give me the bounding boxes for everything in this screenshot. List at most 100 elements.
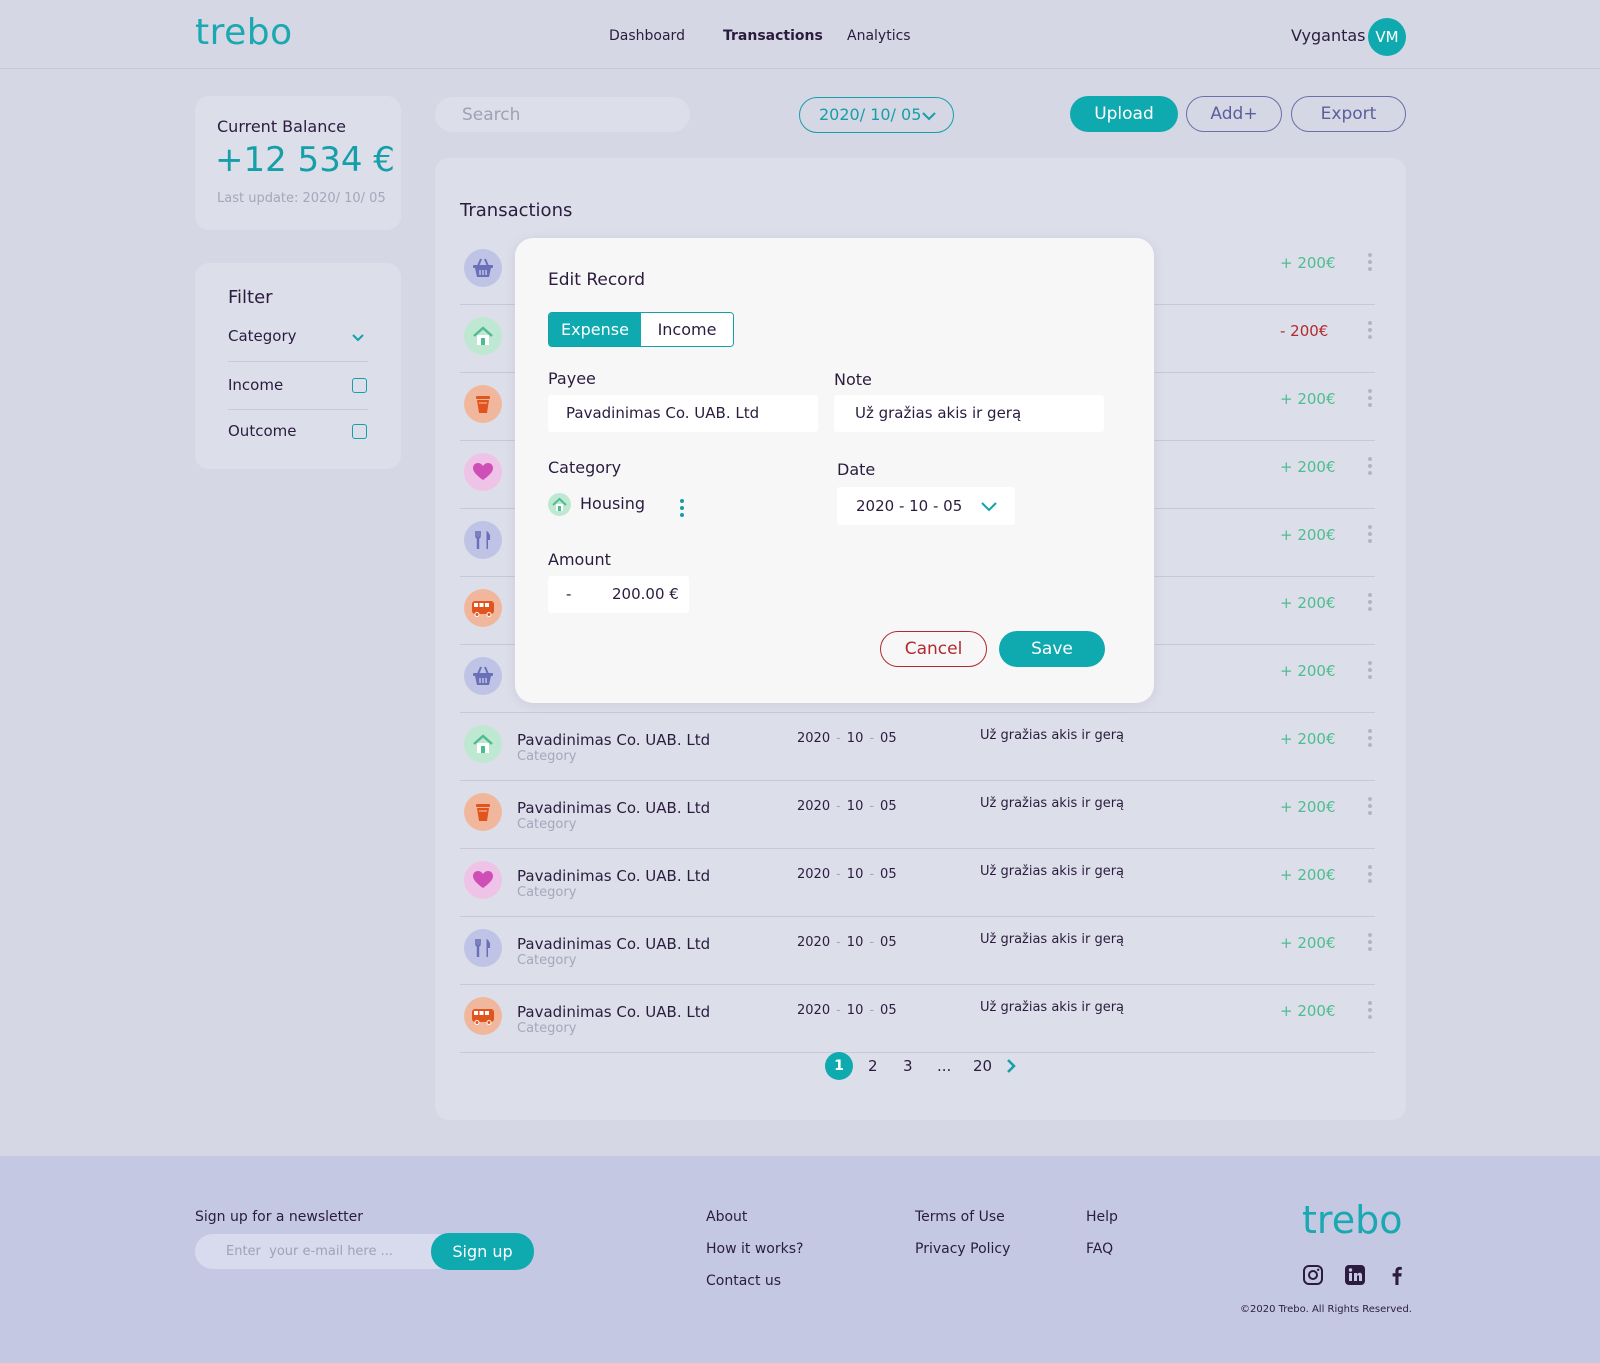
amount-field[interactable]: - 200.00 € — [548, 576, 689, 613]
category-more-icon[interactable] — [680, 499, 684, 520]
more-options-icon[interactable] — [1368, 457, 1372, 478]
filter-income-checkbox[interactable] — [352, 378, 367, 393]
row-category: Category — [517, 817, 577, 832]
more-options-icon[interactable] — [1368, 797, 1372, 818]
table-row[interactable]: Pavadinimas Co. UAB. Ltd Category 2020-10-… — [460, 849, 1375, 917]
export-button[interactable]: Export — [1291, 96, 1406, 132]
date-label: Date — [837, 460, 876, 479]
footer-link-how-it-works[interactable]: How it works? — [706, 1241, 803, 1257]
row-note: Už gražias akis ir gerą — [980, 796, 1125, 811]
income-tab[interactable]: Income — [641, 313, 733, 346]
filter-outcome-label: Outcome — [228, 422, 297, 440]
facebook-icon[interactable] — [1386, 1264, 1408, 1286]
avatar[interactable]: VM — [1368, 18, 1406, 56]
date-field-value: 2020 - 10 - 05 — [856, 497, 963, 515]
row-date-year: 2020 — [797, 799, 831, 814]
top-header: trebo Dashboard Transactions Analytics V… — [0, 0, 1600, 69]
filter-card: Filter Category Income Outcome — [195, 263, 401, 469]
row-date-month: 10 — [846, 1003, 864, 1018]
nav-dashboard[interactable]: Dashboard — [609, 28, 685, 44]
footer-link-terms[interactable]: Terms of Use — [915, 1209, 1005, 1225]
row-payee: Pavadinimas Co. UAB. Ltd — [517, 799, 711, 817]
more-options-icon[interactable] — [1368, 253, 1372, 274]
row-note: Už gražias akis ir gerą — [980, 864, 1125, 879]
row-date-day: 05 — [880, 935, 897, 950]
note-label: Note — [834, 370, 872, 389]
nav-transactions[interactable]: Transactions — [723, 28, 823, 44]
page-2-button[interactable]: 2 — [868, 1057, 878, 1075]
page-1-button[interactable]: 1 — [825, 1052, 853, 1080]
footer-link-faq[interactable]: FAQ — [1086, 1241, 1113, 1257]
row-date: 2020-10-05 — [797, 799, 897, 814]
row-date-year: 2020 — [797, 731, 831, 746]
table-row[interactable]: Pavadinimas Co. UAB. Ltd Category 2020-10-… — [460, 985, 1375, 1053]
basket-icon — [464, 657, 502, 695]
row-date: 2020-10-05 — [797, 1003, 897, 1018]
divider — [228, 409, 368, 410]
divider — [460, 1052, 1375, 1053]
more-options-icon[interactable] — [1368, 593, 1372, 614]
filter-income-row: Income — [228, 376, 368, 394]
chevron-down-icon — [922, 112, 936, 121]
newsletter-label: Sign up for a newsletter — [195, 1209, 364, 1225]
signup-button[interactable]: Sign up — [431, 1233, 534, 1270]
footer-link-privacy[interactable]: Privacy Policy — [915, 1241, 1010, 1257]
linkedin-icon[interactable] — [1344, 1264, 1366, 1286]
row-category: Category — [517, 885, 577, 900]
row-date-month: 10 — [846, 799, 864, 814]
row-amount: + 200€ — [1280, 594, 1336, 612]
cancel-button[interactable]: Cancel — [880, 631, 987, 667]
upload-button[interactable]: Upload — [1070, 96, 1178, 132]
chevron-right-icon[interactable] — [1006, 1058, 1016, 1074]
page-20-button[interactable]: 20 — [973, 1057, 992, 1075]
payee-field[interactable]: Pavadinimas Co. UAB. Ltd — [548, 395, 818, 432]
more-options-icon[interactable] — [1368, 525, 1372, 546]
type-toggle: Expense Income — [548, 312, 734, 347]
house-icon — [464, 725, 502, 763]
more-options-icon[interactable] — [1368, 661, 1372, 682]
amount-sign[interactable]: - — [566, 585, 571, 603]
more-options-icon[interactable] — [1368, 1001, 1372, 1022]
filter-category-dropdown[interactable]: Category — [228, 327, 368, 345]
row-date-day: 05 — [880, 731, 897, 746]
cutlery-icon — [464, 929, 502, 967]
more-options-icon[interactable] — [1368, 321, 1372, 342]
nav-analytics[interactable]: Analytics — [847, 28, 911, 44]
add-button[interactable]: Add+ — [1186, 96, 1282, 132]
row-amount: + 200€ — [1280, 458, 1336, 476]
instagram-icon[interactable] — [1302, 1264, 1324, 1286]
search-input[interactable] — [435, 97, 690, 132]
save-button[interactable]: Save — [999, 631, 1105, 667]
footer-link-contact[interactable]: Contact us — [706, 1273, 781, 1289]
transactions-title: Transactions — [460, 200, 573, 221]
note-field[interactable]: Už gražias akis ir gerą — [834, 395, 1104, 432]
expense-tab[interactable]: Expense — [549, 313, 641, 346]
footer-link-about[interactable]: About — [706, 1209, 747, 1225]
balance-last-update: Last update: 2020/ 10/ 05 — [217, 191, 386, 206]
user-name[interactable]: Vygantas — [1291, 26, 1366, 45]
date-selector[interactable]: 2020/ 10/ 05 — [799, 97, 954, 133]
more-options-icon[interactable] — [1368, 729, 1372, 750]
row-date-month: 10 — [846, 731, 864, 746]
row-date: 2020-10-05 — [797, 731, 897, 746]
page-3-button[interactable]: 3 — [903, 1057, 913, 1075]
row-category: Category — [517, 749, 577, 764]
table-row[interactable]: Pavadinimas Co. UAB. Ltd Category 2020-10-… — [460, 917, 1375, 985]
table-row[interactable]: Pavadinimas Co. UAB. Ltd Category 2020-10-… — [460, 781, 1375, 849]
footer-link-help[interactable]: Help — [1086, 1209, 1118, 1225]
table-row[interactable]: Pavadinimas Co. UAB. Ltd Category 2020-10-… — [460, 713, 1375, 781]
more-options-icon[interactable] — [1368, 389, 1372, 410]
more-options-icon[interactable] — [1368, 933, 1372, 954]
edit-record-modal: Edit Record Expense Income Payee Pavadin… — [515, 238, 1154, 703]
logo[interactable]: trebo — [195, 12, 293, 53]
filter-outcome-row: Outcome — [228, 422, 368, 440]
row-date-year: 2020 — [797, 935, 831, 950]
date-field[interactable]: 2020 - 10 - 05 — [837, 487, 1015, 525]
more-options-icon[interactable] — [1368, 865, 1372, 886]
balance-title: Current Balance — [217, 117, 346, 136]
newsletter-email-input[interactable] — [195, 1234, 455, 1269]
footer-logo[interactable]: trebo — [1302, 1198, 1402, 1242]
bus-icon — [464, 589, 502, 627]
bus-icon — [464, 997, 502, 1035]
filter-outcome-checkbox[interactable] — [352, 424, 367, 439]
